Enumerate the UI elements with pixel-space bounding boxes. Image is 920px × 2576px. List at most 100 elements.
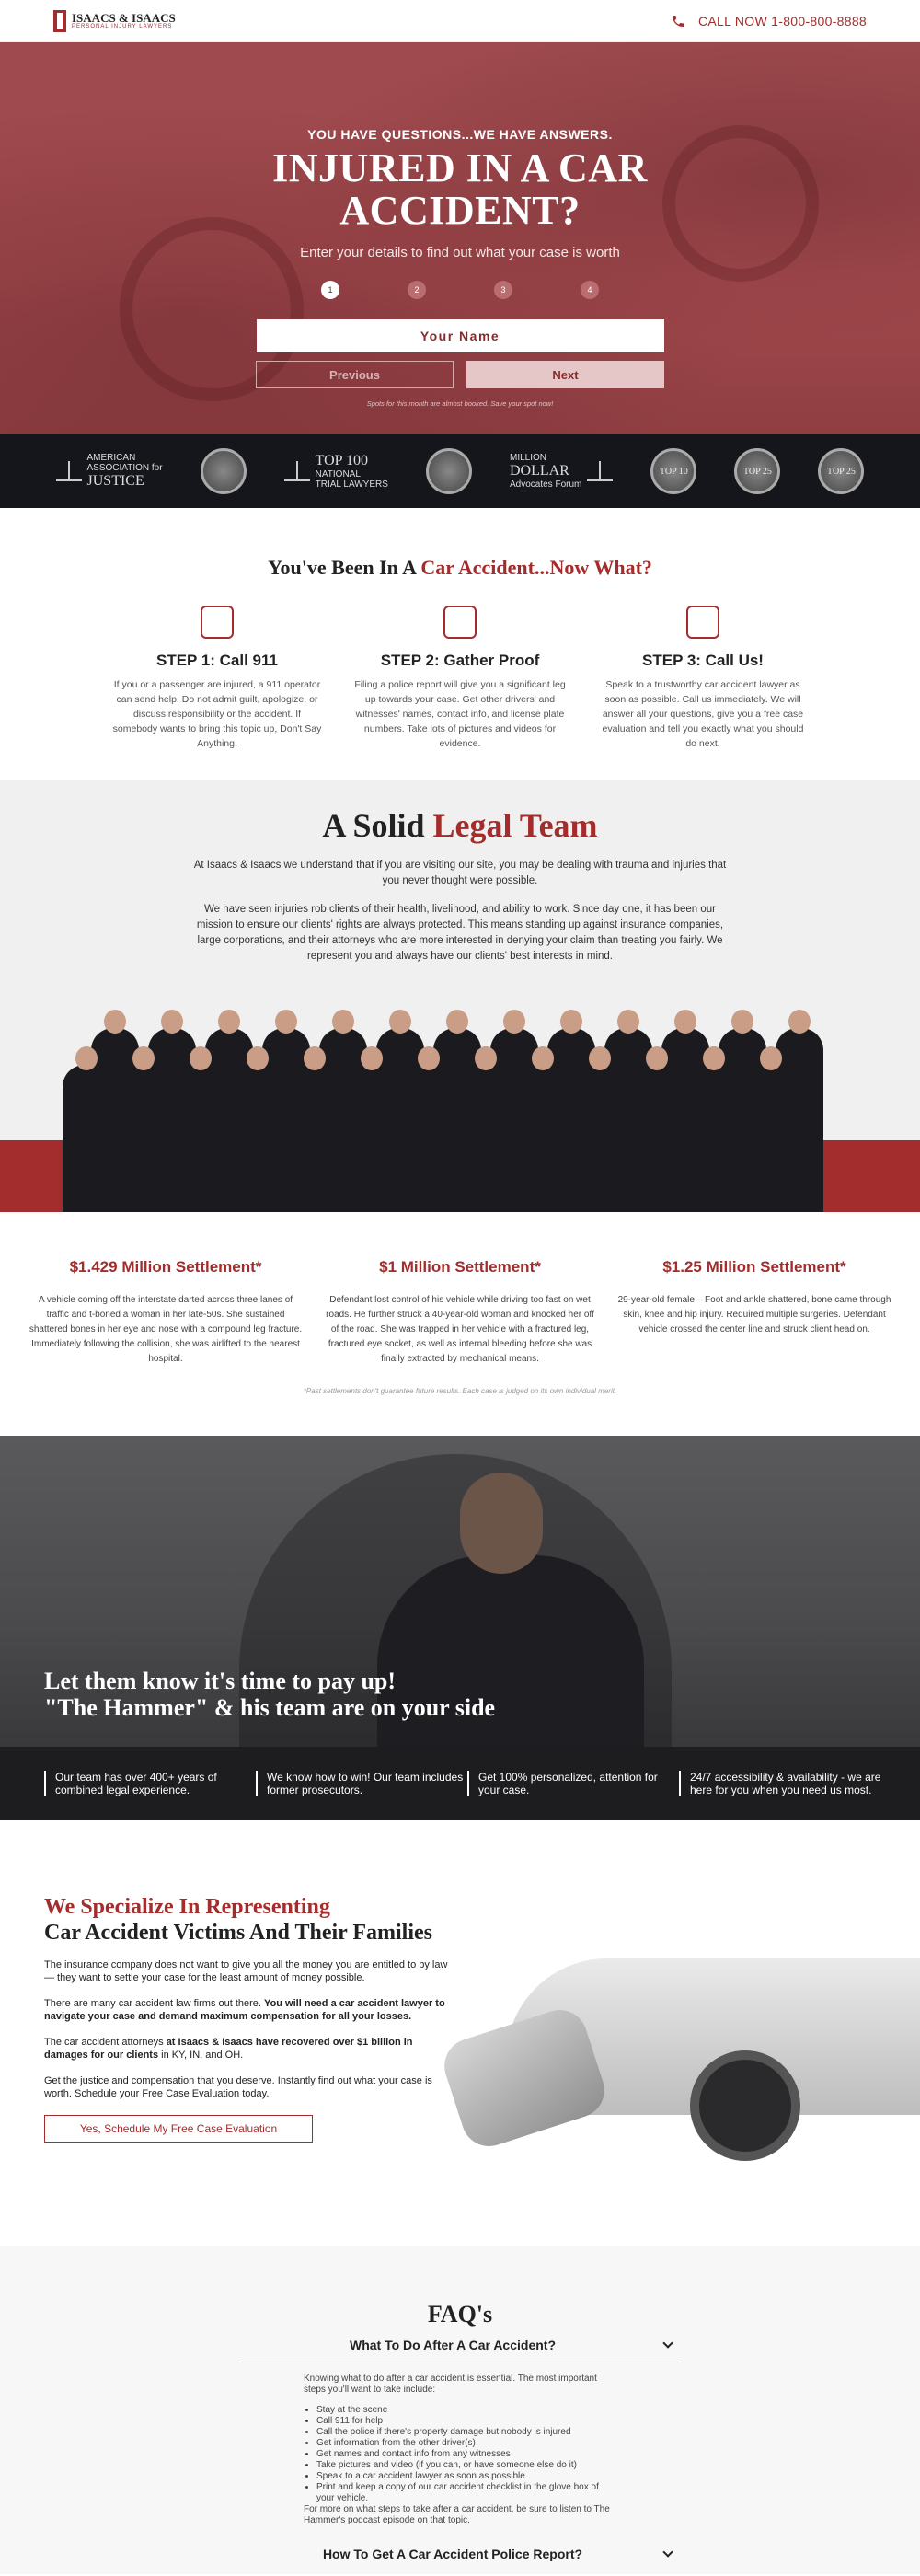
call-now-link[interactable]: CALL NOW 1-800-800-8888 [671, 14, 867, 29]
paragraph: There are many car accident law firms ou… [44, 1997, 449, 2023]
hero-subtitle: Enter your details to find out what your… [300, 245, 620, 260]
form-step-indicator: 1 2 3 4 [0, 281, 920, 299]
team-member-figure [462, 1046, 510, 1212]
team-photo [0, 987, 920, 1212]
list-item: Call the police if there's property dama… [316, 2427, 616, 2438]
medal-icon: TOP 25 [734, 448, 781, 494]
settlement-card: $1.429 Million Settlement* A vehicle com… [28, 1258, 304, 1367]
title-accent: We Specialize In Representing [44, 1895, 330, 1919]
badge-line: Advocates Forum [509, 479, 582, 490]
scales-icon [587, 461, 614, 481]
team-member-figure [291, 1046, 339, 1212]
award-badge [200, 448, 247, 494]
settlement-text: 29-year-old female – Foot and ankle shat… [617, 1295, 891, 1334]
faq-question-1[interactable]: What To Do After A Car Accident? [241, 2338, 679, 2362]
next-button[interactable]: Next [466, 361, 664, 388]
settlement-card: $1.25 Million Settlement* 29-year-old fe… [616, 1258, 892, 1367]
faq-question-text: What To Do After A Car Accident? [350, 2338, 556, 2352]
call-now-label: CALL NOW 1-800-800-8888 [697, 13, 867, 29]
team-member-figure [747, 1046, 795, 1212]
faq-answer: Knowing what to do after a car accident … [304, 2374, 616, 2526]
settlement-card: $1 Million Settlement* Defendant lost co… [322, 1258, 598, 1367]
step-dot: 1 [321, 281, 339, 299]
step-title: STEP 3: Call Us! [642, 652, 764, 669]
paragraph: The insurance company does not want to g… [44, 1959, 448, 1983]
scales-hand-icon [686, 606, 719, 639]
team-member-figure [234, 1046, 282, 1212]
paragraph: The car accident attorneys at Isaacs & I… [44, 2036, 449, 2062]
settlements-section: $1.429 Million Settlement* A vehicle com… [0, 1212, 920, 1436]
step-title: STEP 2: Gather Proof [380, 652, 540, 669]
schedule-evaluation-button[interactable]: Yes, Schedule My Free Case Evaluation [44, 2115, 313, 2143]
hammer-heading: Let them know it's time to pay up! "The H… [44, 1668, 495, 1721]
faq-section: FAQ's What To Do After A Car Accident? K… [0, 2246, 920, 2574]
scales-icon [55, 461, 82, 481]
phone-icon [672, 15, 684, 27]
settlement-text: A vehicle coming off the interstate dart… [29, 1295, 303, 1364]
step-text: Speak to a trustworthy car accident lawy… [602, 679, 804, 749]
text-span: The car accident attorneys [44, 2037, 167, 2048]
step-title: STEP 1: Call 911 [156, 652, 278, 669]
documents-icon [443, 606, 477, 639]
mission-paragraph: We have seen injuries rob clients of the… [196, 904, 724, 962]
medal-icon: TOP 10 [650, 448, 697, 494]
step-column: STEP 3: Call Us! Speak to a trustworthy … [597, 606, 809, 751]
settlement-title: $1.429 Million Settlement* [69, 1258, 262, 1276]
list-item: Take pictures and video (if you can, or … [316, 2460, 616, 2471]
team-member-figure [690, 1046, 738, 1212]
team-member-figure [633, 1046, 681, 1212]
badge-line: AMERICAN [86, 453, 136, 464]
team-member-figure [405, 1046, 453, 1212]
step-column: STEP 1: Call 911 If you or a passenger a… [111, 606, 323, 751]
title-part-accent: Legal Team [432, 807, 598, 844]
badge-line: DOLLAR [509, 463, 569, 479]
step-dot: 2 [408, 281, 426, 299]
badge-line: JUSTICE [86, 473, 144, 490]
name-input[interactable] [256, 319, 664, 352]
team-member-figure [519, 1046, 567, 1212]
seal-badge-icon [425, 448, 472, 494]
list-item: Stay at the scene [316, 2405, 616, 2416]
list-item: Speak to a car accident lawyer as soon a… [316, 2471, 616, 2482]
title-part-accent: Car Accident...Now What? [420, 556, 652, 579]
medal-icon: TOP 25 [818, 448, 865, 494]
hero-title-line2: ACCIDENT? [339, 188, 581, 233]
benefits-bar: Our team has over 400+ years of combined… [0, 1747, 920, 1820]
hammer-section: Let them know it's time to pay up! "The H… [0, 1436, 920, 1820]
text-span: in KY, IN, and OH. [158, 2050, 244, 2061]
faq-question-2[interactable]: How To Get A Car Accident Police Report? [241, 2547, 679, 2561]
award-badge [425, 448, 472, 494]
benefit-item: We know how to win! Our team includes fo… [256, 1771, 467, 1796]
step-text: Filing a police report will give you a s… [354, 679, 566, 749]
team-member-figure [177, 1046, 224, 1212]
now-what-section: You've Been In A Car Accident...Now What… [0, 508, 920, 780]
team-member-figure [348, 1046, 396, 1212]
hero-section: YOU HAVE QUESTIONS...WE HAVE ANSWERS. IN… [0, 42, 920, 434]
text-span: There are many car accident law firms ou… [44, 1998, 265, 2009]
logo-tagline: PERSONAL INJURY LAWYERS [72, 24, 173, 29]
benefit-item: 24/7 accessibility & availability - we a… [679, 1771, 891, 1796]
badge-line: NATIONAL [315, 468, 361, 479]
hammer-line1: Let them know it's time to pay up! [44, 1668, 397, 1694]
list-item: Print and keep a copy of our car acciden… [316, 2482, 616, 2504]
benefit-item: Our team has over 400+ years of combined… [44, 1771, 256, 1796]
section-title: We Specialize In Representing Car Acciden… [44, 1894, 449, 1946]
specialize-section: We Specialize In Representing Car Acciden… [0, 1820, 920, 2246]
intro-paragraph: At Isaacs & Isaacs we understand that if… [193, 860, 727, 886]
settlement-text: Defendant lost control of his vehicle wh… [326, 1295, 594, 1364]
settlement-title: $1.25 Million Settlement* [662, 1258, 846, 1276]
logo[interactable]: ISAACS & ISAACS PERSONAL INJURY LAWYERS [53, 9, 176, 32]
team-members [63, 987, 857, 1212]
faq-answer-intro: Knowing what to do after a car accident … [304, 2374, 597, 2395]
chevron-down-icon [662, 2547, 673, 2558]
award-badge: TOP 25 [818, 448, 865, 494]
phone-icon [201, 606, 234, 639]
award-badge: MILLION DOLLAR Advocates Forum [509, 453, 614, 490]
list-item: Get information from the other driver(s) [316, 2438, 616, 2449]
title-part: A Solid [322, 807, 433, 844]
faq-question-text: How To Get A Car Accident Police Report? [322, 2547, 583, 2561]
previous-button[interactable]: Previous [256, 361, 454, 388]
hero-title-line1: INJURED IN A CAR [272, 145, 648, 191]
award-badge: TOP 10 [650, 448, 697, 494]
step-text: If you or a passenger are injured, a 911… [112, 679, 322, 749]
